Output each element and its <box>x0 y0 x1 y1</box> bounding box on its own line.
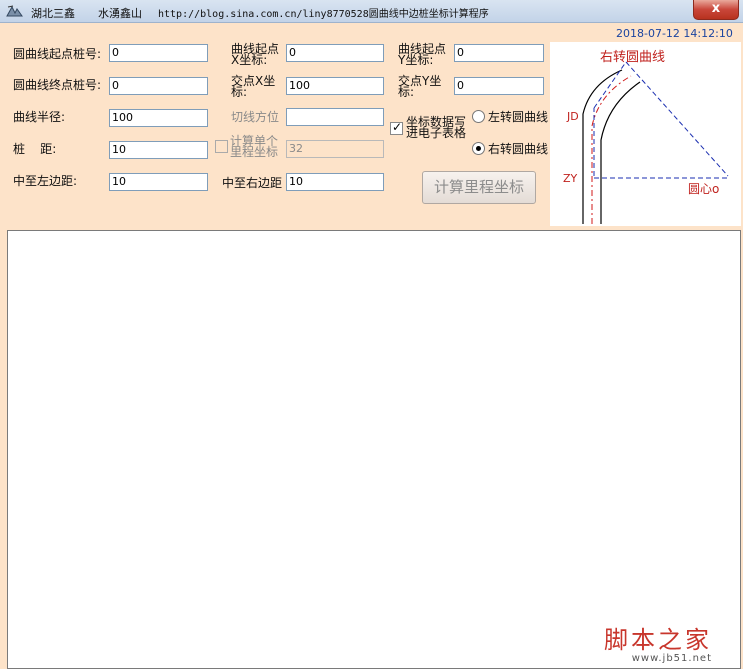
end-station-input[interactable]: 0 <box>109 77 208 95</box>
start-station-input[interactable]: 0 <box>109 44 208 62</box>
checkmark-icon: ✓ <box>392 120 403 134</box>
start-x-label: 曲线起点 X坐标: <box>231 43 279 67</box>
datetime-display: 2018-07-12 14:12:10 <box>616 27 733 40</box>
single-calc-label: 计算单个 里程坐标 <box>230 135 279 159</box>
interval-input[interactable]: 10 <box>109 141 208 159</box>
calculate-button[interactable]: 计算里程坐标 <box>422 171 536 204</box>
start-x-label-line2: X坐标: <box>231 53 268 67</box>
watermark: 脚本之家 www.jb51.net <box>604 620 712 664</box>
tangent-direction-input[interactable] <box>286 108 384 126</box>
title-text-2: 水湧鑫山 <box>98 7 142 20</box>
write-excel-label-line2: 进电子表格 <box>406 126 467 140</box>
jd-y-label: 交点Y坐 标: <box>398 75 441 99</box>
interval-label: 桩 距: <box>13 142 57 156</box>
write-excel-checkbox[interactable]: ✓ <box>390 120 403 135</box>
curve-diagram-svg: 右转圆曲线 JD ZY 圆心o <box>563 50 730 224</box>
start-x-input[interactable]: 0 <box>286 44 384 62</box>
jd-x-label-line2: 标: <box>231 85 248 99</box>
write-excel-label: 坐标数据写 进电子表格 <box>406 116 467 140</box>
left-curve-radio[interactable] <box>472 110 485 123</box>
single-calc-label-line2: 里程坐标 <box>230 145 279 159</box>
tangent-direction-label: 切线方位 <box>231 110 280 124</box>
left-curve-label: 左转圆曲线 <box>488 110 549 124</box>
results-area[interactable] <box>7 230 741 669</box>
jd-x-input[interactable]: 100 <box>286 77 384 95</box>
right-curve-label: 右转圆曲线 <box>488 142 549 156</box>
start-station-label: 圆曲线起点桩号: <box>13 47 102 61</box>
diagram-title: 右转圆曲线 <box>600 50 665 65</box>
curve-diagram: 右转圆曲线 JD ZY 圆心o <box>550 42 741 226</box>
right-curve-radio[interactable] <box>472 142 485 155</box>
radius-label: 曲线半径: <box>13 110 66 124</box>
close-icon: x <box>711 1 721 16</box>
right-distance-input[interactable]: 10 <box>286 173 384 191</box>
diagram-center-label: 圆心o <box>688 182 719 196</box>
left-distance-input[interactable]: 10 <box>109 173 208 191</box>
app-icon <box>6 5 23 17</box>
start-y-input[interactable]: 0 <box>454 44 544 62</box>
title-text-1: 湖北三鑫 <box>31 7 75 20</box>
right-distance-label: 中至右边距 <box>222 176 283 190</box>
jd-y-label-line2: 标: <box>398 85 415 99</box>
watermark-title: 脚本之家 <box>604 626 712 654</box>
radio-selected-dot <box>476 146 481 151</box>
jd-y-input[interactable]: 0 <box>454 77 544 95</box>
title-text-url: http://blog.sina.com.cn/liny8770528圆曲线中边… <box>158 9 489 20</box>
diagram-jd-label: JD <box>566 110 579 123</box>
diagram-zy-label: ZY <box>563 172 578 185</box>
end-station-label: 圆曲线终点桩号: <box>13 78 102 92</box>
start-y-label-line2: Y坐标: <box>398 53 434 67</box>
single-calc-input[interactable]: 32 <box>286 140 384 158</box>
radius-input[interactable]: 100 <box>109 109 208 127</box>
close-button[interactable]: x <box>693 0 739 20</box>
left-distance-label: 中至左边距: <box>13 174 78 188</box>
start-y-label: 曲线起点 Y坐标: <box>398 43 446 67</box>
single-calc-checkbox[interactable] <box>215 140 228 153</box>
app-window: 湖北三鑫 水湧鑫山 http://blog.sina.com.cn/liny87… <box>0 0 743 669</box>
jd-x-label: 交点X坐 标: <box>231 75 275 99</box>
title-bar: 湖北三鑫 水湧鑫山 http://blog.sina.com.cn/liny87… <box>0 0 743 23</box>
